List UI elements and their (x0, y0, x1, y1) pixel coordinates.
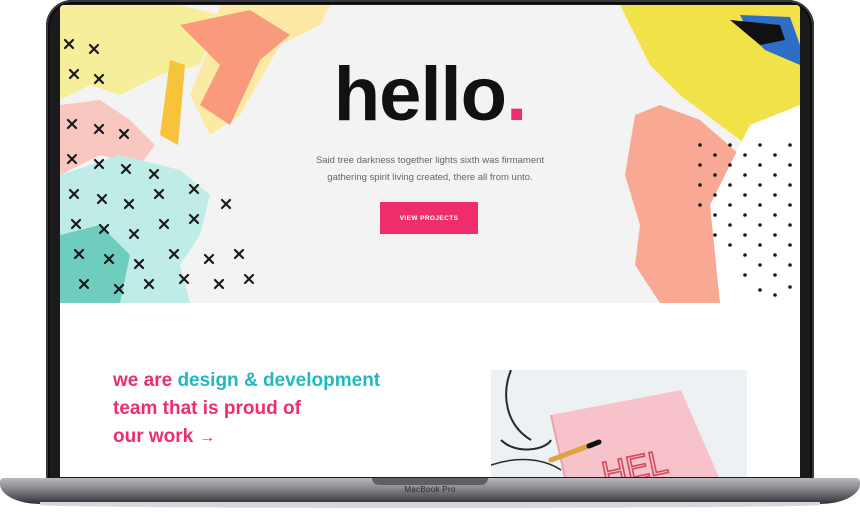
intro-text-part1: we are (113, 370, 178, 391)
intro-line-1: we are design & development (113, 367, 453, 395)
hero-title-dot: . (506, 52, 527, 137)
hero-title: hello. (60, 57, 800, 133)
arrow-right-icon[interactable]: → (199, 424, 215, 452)
view-projects-button[interactable]: VIEW PROJECTS (380, 202, 478, 234)
intro-line-2: team that is proud of (113, 398, 301, 419)
hero-subtitle-line-2: gathering spirit living created, there a… (327, 172, 533, 183)
laptop-mockup: hello. Said tree darkness together light… (0, 0, 860, 523)
hero-title-text: hello (333, 52, 507, 137)
hero-subtitle: Said tree darkness together lights sixth… (290, 152, 570, 186)
intro-highlight: design & development (177, 370, 381, 391)
device-label: MacBook Pro (404, 485, 456, 494)
laptop-hinge-notch (372, 478, 488, 485)
hero-section: hello. Said tree darkness together light… (60, 5, 800, 303)
notebook-photo: HEL (491, 370, 747, 477)
notebook-photo-art: HEL (491, 370, 747, 477)
hero-subtitle-line-1: Said tree darkness together lights sixth… (315, 155, 545, 166)
intro-section: we are design & development team that is… (60, 303, 800, 477)
white-dots-panel-shape (710, 105, 800, 303)
our-work-link[interactable]: our work (113, 426, 193, 447)
website-screen: hello. Said tree darkness together light… (60, 5, 800, 477)
intro-heading: we are design & development team that is… (113, 367, 453, 452)
intro-line-3[interactable]: our work → (113, 423, 453, 452)
laptop-base-shadow (40, 502, 820, 508)
